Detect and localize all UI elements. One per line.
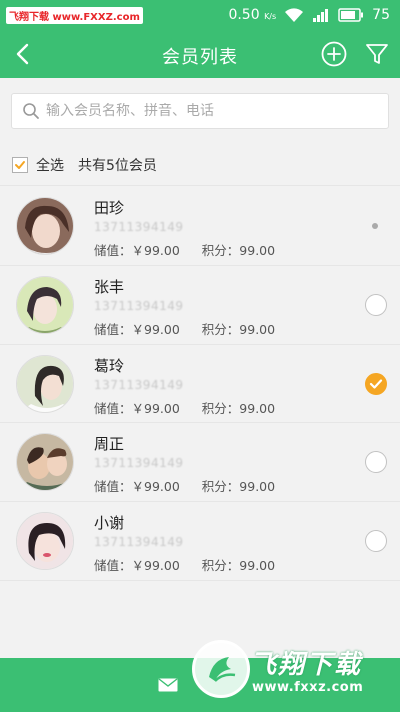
title-bar: 会员列表 bbox=[0, 30, 400, 78]
back-arrow-icon bbox=[16, 43, 29, 65]
member-name: 张丰 bbox=[94, 277, 125, 296]
watermark-bottom: 飞翔下载 www.fxxz.com bbox=[192, 638, 400, 712]
network-speed-unit: K/s bbox=[264, 12, 277, 21]
member-balance: 储值：￥99.00 bbox=[94, 558, 180, 574]
avatar bbox=[16, 354, 74, 413]
filter-icon bbox=[366, 44, 388, 64]
status-bar: 飞翔下载 www.FXXZ.com 0.50 K/s 75 bbox=[0, 0, 400, 30]
add-member-button[interactable] bbox=[321, 41, 347, 67]
member-phone: 13711394149 bbox=[94, 377, 184, 392]
checkbox-check-icon bbox=[15, 160, 25, 169]
member-name: 葛玲 bbox=[94, 356, 125, 375]
wifi-icon bbox=[284, 7, 304, 23]
battery-level: 75 bbox=[372, 7, 390, 23]
member-balance: 储值：￥99.00 bbox=[94, 479, 180, 495]
member-phone: 13711394149 bbox=[94, 456, 184, 471]
member-points: 积分：99.00 bbox=[201, 243, 276, 258]
select-radio[interactable] bbox=[365, 293, 387, 316]
member-balance: 储值：￥99.00 bbox=[94, 243, 180, 258]
member-points: 积分：99.00 bbox=[201, 558, 276, 574]
member-row[interactable]: 小谢 13711394149 储值：￥99.00 积分：99.00 bbox=[0, 502, 400, 581]
search-box[interactable] bbox=[11, 93, 389, 129]
member-name: 田珍 bbox=[94, 199, 125, 217]
select-radio[interactable] bbox=[365, 451, 387, 474]
add-circle-icon bbox=[321, 41, 347, 67]
search-icon bbox=[23, 103, 39, 119]
watermark-top-part2: www.FXXZ.com bbox=[49, 12, 140, 23]
member-phone: 13711394149 bbox=[94, 298, 184, 313]
member-row[interactable]: 周正 13711394149 储值：￥99.00 积分：99.00 bbox=[0, 423, 400, 503]
member-name: 小谢 bbox=[94, 514, 125, 533]
network-speed-value: 0.50 bbox=[228, 7, 260, 23]
signal-icon bbox=[312, 7, 330, 23]
member-balance: 储值：￥99.00 bbox=[94, 400, 180, 416]
select-bar: 全选 共有5位会员 bbox=[0, 144, 400, 186]
network-speed: 0.50 K/s bbox=[228, 7, 276, 23]
member-row[interactable]: 葛玲 13711394149 储值：￥99.00 积分：99.00 bbox=[0, 345, 400, 424]
select-all-label[interactable]: 全选 bbox=[36, 155, 64, 175]
mail-icon[interactable] bbox=[158, 678, 178, 692]
avatar bbox=[16, 275, 74, 334]
select-radio-checked[interactable] bbox=[365, 372, 387, 395]
avatar bbox=[16, 433, 74, 492]
watermark-brand: 飞翔下载 bbox=[250, 650, 363, 680]
member-row[interactable]: 田珍 13711394149 储值：￥99.00 积分：99.00 bbox=[0, 187, 400, 266]
search-area bbox=[0, 78, 400, 144]
select-all-checkbox[interactable] bbox=[12, 156, 28, 173]
member-name: 周正 bbox=[94, 435, 125, 454]
member-phone: 13711394149 bbox=[94, 535, 184, 550]
avatar bbox=[16, 512, 74, 571]
select-radio[interactable] bbox=[365, 530, 387, 553]
member-count: 共有5位会员 bbox=[78, 157, 157, 174]
search-input[interactable] bbox=[46, 103, 388, 119]
back-button[interactable] bbox=[8, 40, 36, 68]
battery-icon bbox=[338, 8, 364, 22]
watermark-top-part1: 飞翔下载 bbox=[9, 12, 49, 23]
select-indicator[interactable] bbox=[372, 223, 378, 229]
filter-button[interactable] bbox=[364, 41, 390, 67]
member-points: 积分：99.00 bbox=[201, 400, 276, 416]
watermark-logo-icon bbox=[192, 640, 250, 698]
member-phone: 13711394149 bbox=[94, 220, 184, 234]
member-row[interactable]: 张丰 13711394149 储值：￥99.00 积分：99.00 bbox=[0, 266, 400, 345]
member-list: 田珍 13711394149 储值：￥99.00 积分：99.00 张丰 137… bbox=[0, 187, 400, 581]
member-points: 积分：99.00 bbox=[201, 321, 276, 337]
member-points: 积分：99.00 bbox=[201, 479, 276, 495]
avatar bbox=[16, 197, 74, 255]
checkmark-icon bbox=[369, 378, 383, 389]
member-balance: 储值：￥99.00 bbox=[94, 321, 180, 337]
watermark-url: www.fxxz.com bbox=[252, 680, 364, 695]
watermark-top: 飞翔下载 www.FXXZ.com bbox=[6, 7, 143, 24]
